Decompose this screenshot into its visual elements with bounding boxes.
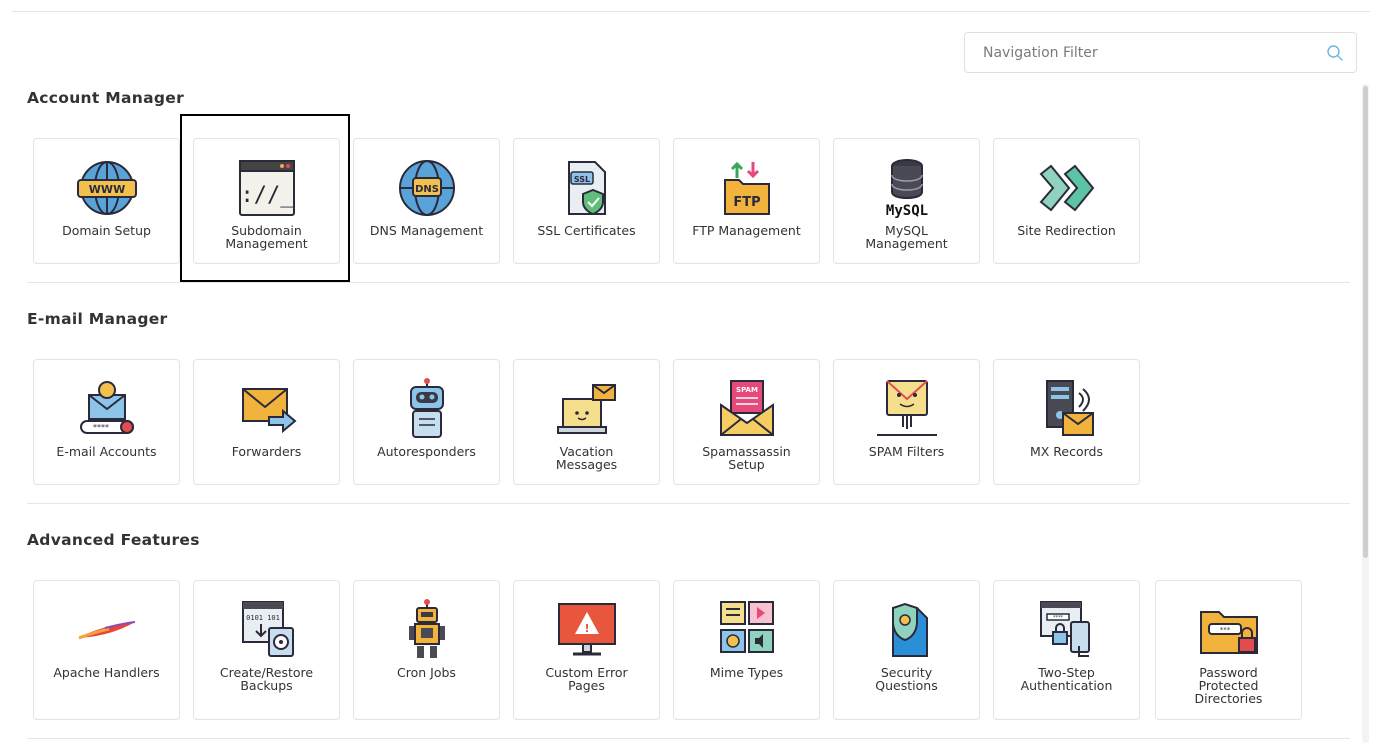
section-title-email-manager: E-mail Manager bbox=[27, 310, 168, 328]
section-title-advanced-features: Advanced Features bbox=[27, 531, 200, 549]
tile-label: Forwarders bbox=[231, 444, 302, 459]
tile-mx-records[interactable]: MX Records bbox=[993, 359, 1140, 485]
svg-text:!: ! bbox=[584, 622, 589, 635]
selection-highlight bbox=[180, 114, 350, 282]
tile-ftp-management[interactable]: FTP FTP Management bbox=[673, 138, 820, 264]
vacation-laptop-icon bbox=[555, 377, 619, 441]
tile-two-step-authentication[interactable]: **** Two-Step Authentication bbox=[993, 580, 1140, 720]
tile-label: Custom Error Pages bbox=[545, 665, 628, 693]
search-icon[interactable] bbox=[1326, 44, 1344, 62]
tile-label: MX Records bbox=[1029, 444, 1104, 459]
section-divider bbox=[27, 738, 1350, 739]
tile-label: SPAM Filters bbox=[868, 444, 945, 459]
section-title-account-manager: Account Manager bbox=[27, 89, 185, 107]
svg-text:WWW: WWW bbox=[88, 183, 124, 196]
svg-text:MySQL: MySQL bbox=[885, 203, 927, 219]
mysql-database-icon: MySQL bbox=[875, 156, 939, 220]
cron-robot-icon bbox=[395, 598, 459, 662]
tile-label: E-mail Accounts bbox=[56, 444, 157, 459]
error-monitor-icon: ! bbox=[555, 598, 619, 662]
backup-icon: 0101 101 bbox=[235, 598, 299, 662]
tile-label: DNS Management bbox=[369, 223, 484, 238]
tile-ssl-certificates[interactable]: SSL SSL Certificates bbox=[513, 138, 660, 264]
tile-label: Create/Restore Backups bbox=[219, 665, 314, 693]
tile-label: Cron Jobs bbox=[397, 665, 456, 680]
tile-label: SSL Certificates bbox=[537, 223, 636, 238]
apache-feather-icon bbox=[75, 598, 139, 662]
tile-vacation-messages[interactable]: Vacation Messages bbox=[513, 359, 660, 485]
ftp-folder-icon: FTP bbox=[715, 156, 779, 220]
media-types-icon bbox=[715, 598, 779, 662]
tile-email-accounts[interactable]: **** E-mail Accounts bbox=[33, 359, 180, 485]
tile-site-redirection[interactable]: Site Redirection bbox=[993, 138, 1140, 264]
tile-label: Vacation Messages bbox=[555, 444, 618, 472]
robot-icon bbox=[395, 377, 459, 441]
globe-www-icon: WWW bbox=[75, 156, 139, 220]
tile-mysql-management[interactable]: MySQL MySQL Management bbox=[833, 138, 980, 264]
tile-label: FTP Management bbox=[692, 223, 801, 238]
tile-label: Spamassassin Setup bbox=[702, 444, 791, 472]
tile-label: Autoresponders bbox=[377, 444, 476, 459]
svg-text:***: *** bbox=[1219, 626, 1230, 634]
svg-text:DNS: DNS bbox=[415, 184, 439, 195]
redirect-arrows-icon bbox=[1035, 156, 1099, 220]
email-account-icon: **** bbox=[75, 377, 139, 441]
section-divider bbox=[27, 282, 1350, 283]
globe-dns-icon: DNS bbox=[395, 156, 459, 220]
tile-cron-jobs[interactable]: Cron Jobs bbox=[353, 580, 500, 720]
tile-forwarders[interactable]: Forwarders bbox=[193, 359, 340, 485]
svg-text:****: **** bbox=[1053, 615, 1064, 621]
top-divider bbox=[12, 11, 1370, 12]
tile-label: Two-Step Authentication bbox=[1020, 665, 1113, 693]
mx-server-icon bbox=[1035, 377, 1099, 441]
spam-filter-icon bbox=[875, 377, 939, 441]
tile-spam-filters[interactable]: SPAM Filters bbox=[833, 359, 980, 485]
tile-dns-management[interactable]: DNS DNS Management bbox=[353, 138, 500, 264]
tile-custom-error-pages[interactable]: ! Custom Error Pages bbox=[513, 580, 660, 720]
svg-text:SPAM: SPAM bbox=[736, 386, 758, 394]
tile-label: Mime Types bbox=[709, 665, 784, 680]
scrollbar-thumb[interactable] bbox=[1363, 86, 1368, 558]
email-forward-icon bbox=[235, 377, 299, 441]
ssl-certificate-icon: SSL bbox=[555, 156, 619, 220]
tile-label: Security Questions bbox=[875, 665, 938, 693]
svg-text:0101 101: 0101 101 bbox=[246, 614, 280, 622]
tile-create-restore-backups[interactable]: 0101 101 Create/Restore Backups bbox=[193, 580, 340, 720]
svg-text:FTP: FTP bbox=[733, 195, 760, 210]
tile-apache-handlers[interactable]: Apache Handlers bbox=[33, 580, 180, 720]
navigation-filter[interactable] bbox=[964, 32, 1357, 73]
tile-domain-setup[interactable]: WWW Domain Setup bbox=[33, 138, 180, 264]
tile-autoresponders[interactable]: Autoresponders bbox=[353, 359, 500, 485]
security-document-icon bbox=[875, 598, 939, 662]
tile-password-protected-directories[interactable]: *** Password Protected Directories bbox=[1155, 580, 1302, 720]
tile-label: Password Protected Directories bbox=[1194, 665, 1263, 706]
tile-mime-types[interactable]: Mime Types bbox=[673, 580, 820, 720]
tile-label: Apache Handlers bbox=[53, 665, 160, 680]
tile-spamassassin-setup[interactable]: SPAM Spamassassin Setup bbox=[673, 359, 820, 485]
spam-envelope-icon: SPAM bbox=[715, 377, 779, 441]
svg-text:SSL: SSL bbox=[573, 175, 589, 184]
tile-label: Domain Setup bbox=[62, 223, 151, 238]
locked-folder-icon: *** bbox=[1197, 598, 1261, 662]
tile-security-questions[interactable]: Security Questions bbox=[833, 580, 980, 720]
navigation-filter-input[interactable] bbox=[983, 33, 1303, 72]
section-divider bbox=[27, 503, 1350, 504]
svg-text:****: **** bbox=[93, 423, 109, 432]
two-step-auth-icon: **** bbox=[1035, 598, 1099, 662]
tile-label: Site Redirection bbox=[1017, 223, 1116, 238]
tile-label: MySQL Management bbox=[865, 223, 948, 251]
